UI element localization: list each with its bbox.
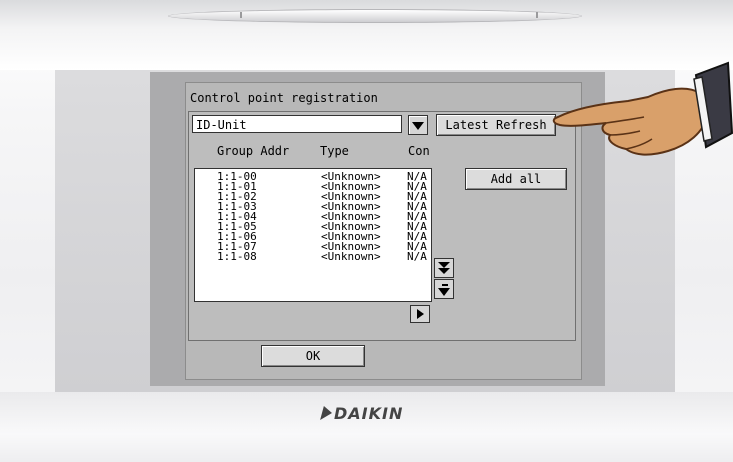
chevron-right-icon [417, 309, 424, 319]
ok-button[interactable]: OK [261, 345, 365, 367]
latest-refresh-button[interactable]: Latest Refresh [436, 114, 556, 136]
rim-mark [240, 12, 242, 18]
scroll-right-button[interactable] [410, 305, 430, 323]
pointing-hand-icon [552, 61, 733, 156]
unit-type-select[interactable]: ID-Unit [192, 115, 402, 133]
dropdown-button[interactable] [408, 115, 428, 135]
brand-mark-icon [320, 406, 334, 420]
brand-logo: DAIKIN [320, 404, 403, 423]
chevron-down-icon [438, 288, 450, 296]
scroll-bar-mark [442, 284, 448, 286]
column-header-con: Con [408, 144, 430, 158]
chevron-down-icon [412, 122, 424, 130]
pointing-hand-icon [552, 61, 733, 156]
column-header-group-addr: Group Addr [217, 144, 290, 158]
control-point-list[interactable]: 1:1-00 <Unknown> N/A 1:1-01 <Unknown> N/A 1:… [194, 168, 432, 302]
device-footer [0, 392, 733, 462]
lcd-screen: Control point registration ID-Unit Lates… [185, 82, 582, 380]
column-header-type: Type [320, 144, 349, 158]
device-top-rim [168, 9, 582, 23]
double-chevron-down-icon [438, 268, 450, 274]
table-row[interactable]: 1:1-08 <Unknown> N/A [195, 251, 431, 262]
screen-title: Control point registration [190, 91, 378, 105]
scroll-down-button[interactable] [434, 279, 454, 299]
rim-mark [536, 12, 538, 18]
scroll-to-bottom-button[interactable] [434, 258, 454, 278]
